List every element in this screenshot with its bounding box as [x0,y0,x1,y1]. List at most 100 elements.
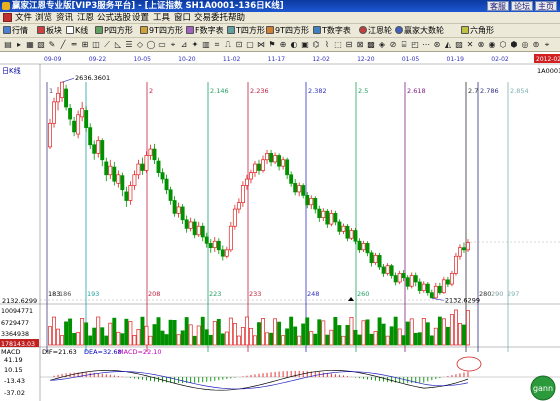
star-icon[interactable]: ✦ [190,40,200,50]
triangle-icon[interactable]: ⊿ [179,40,189,50]
circle-icon[interactable]: ◯ [146,40,156,50]
plus-icon[interactable]: ⊕ [278,40,288,50]
tool-winner-wheel[interactable]: 赢家大数轮 [395,26,444,36]
ring-icon[interactable]: ◎ [520,40,530,50]
candle [389,265,394,276]
diamond-icon[interactable]: ◇ [135,40,145,50]
glyph-icon[interactable]: ⌸ [399,40,409,50]
hexa-icon[interactable]: ⬡ [498,40,508,50]
candle [176,206,181,214]
quotes-icon [3,26,11,34]
menu-settings[interactable]: 设置 [132,13,149,23]
volume-bar [289,316,294,346]
line-icon[interactable]: ╱ [58,40,68,50]
tool-9t-square-2[interactable]: 9T四方形 [266,26,309,36]
volume-bar [220,333,225,346]
list-icon[interactable]: ▤ [3,40,13,50]
flag-icon[interactable]: ⚑ [267,40,277,50]
menu-file[interactable]: 文件 [15,13,32,23]
menu-news[interactable]: 资讯 [56,13,73,23]
hatch2-icon[interactable]: ▨ [454,40,464,50]
square-icon[interactable]: ⊡ [234,40,244,50]
chart-area[interactable]: 09-09 09-22 10-05 10-20 11-02 11-17 12-02 12-20… [0,52,560,401]
block-icon[interactable]: ▣ [300,40,310,50]
close-icon[interactable]: ✕ [465,40,475,50]
hash-icon[interactable]: ⌗ [212,40,222,50]
volume-axis-label: 10094771 [1,308,33,315]
volume-bar [196,325,201,346]
dot-icon[interactable]: ◉ [487,40,497,50]
app-menu-icon[interactable] [3,13,12,22]
hex-icon[interactable]: ⌬ [311,40,321,50]
angle-icon[interactable]: ◺ [113,40,123,50]
panel-icon[interactable]: ◫ [91,40,101,50]
box-icon[interactable]: ⊞ [80,40,90,50]
fill-icon[interactable]: ▩ [366,40,376,50]
gem-icon[interactable]: ◈ [377,40,387,50]
customer-service-button[interactable]: 客服 [487,1,509,11]
candle [249,172,253,180]
minus-icon[interactable]: ⊟ [344,40,354,50]
step-icon[interactable]: ⎍ [223,40,233,50]
volume-bar [172,320,177,346]
bowtie-icon[interactable]: ⋈ [256,40,266,50]
tool-sectors[interactable]: 板块 [37,26,62,36]
tool-p-square[interactable]: P四方形 [95,26,133,36]
candle [313,198,318,210]
wave-icon[interactable]: ⌇ [322,40,332,50]
tool-f-table[interactable]: F数字表 [186,26,224,36]
ring2-icon[interactable]: ⊚ [531,40,541,50]
corner-icon[interactable]: ◰ [410,40,420,50]
candle [261,159,265,171]
date-tick-label: 11-17 [268,56,286,63]
kline-chart[interactable]: 09-09 09-22 10-05 10-20 11-02 11-17 12-02 12-20… [0,52,560,401]
hline-icon[interactable]: ═ [69,40,79,50]
menu-window[interactable]: 窗口 [174,13,191,23]
more-icon[interactable]: ⋯ [421,40,431,50]
volume-bar [337,325,342,346]
tri-icon[interactable]: ◭ [443,40,453,50]
menu-formula[interactable]: 公式选股 [97,13,131,23]
grid-icon[interactable]: ▦ [25,40,35,50]
hatch-icon[interactable]: ▧ [36,40,46,50]
volume-bar [365,319,370,346]
home-button[interactable]: 主页 [535,1,557,11]
date-tick-label: 12-02 [312,56,330,63]
slash-icon[interactable]: ⊘ [388,40,398,50]
xcircle-icon[interactable]: ⊗ [476,40,486,50]
pen-icon[interactable]: ✎ [47,40,57,50]
tool-quotes[interactable]: 行情 [3,26,28,36]
half-icon[interactable]: ◐ [289,40,299,50]
forum-button[interactable]: 论坛 [511,1,533,11]
candle [196,225,201,236]
candle [421,283,426,291]
volume-bar [281,335,286,346]
dashed-icon[interactable]: ⬚ [333,40,343,50]
menu-trade[interactable]: 交易委托 [194,13,228,23]
menu-help[interactable]: 帮助 [228,13,245,23]
tool-gann-wheel[interactable]: 江恩轮 [359,26,392,36]
candle [80,107,85,118]
candle [192,221,197,236]
volume-bar [357,334,362,346]
hexb-icon[interactable]: ⬢ [509,40,519,50]
tool-t-table[interactable]: T数字表 [313,26,351,36]
tool-kline[interactable]: K线 [66,26,88,36]
sun-icon[interactable]: ⊛ [432,40,442,50]
rect-icon[interactable]: ▭ [157,40,167,50]
frame-icon[interactable]: ▢ [245,40,255,50]
menu-icon[interactable]: ☰ [124,40,134,50]
menu-tools[interactable]: 工具 [153,13,170,23]
tool-9t-square[interactable]: 9T四方形 [140,26,183,36]
bars-icon[interactable]: ▥ [201,40,211,50]
cross-icon[interactable]: ⊠ [355,40,365,50]
ray-icon[interactable]: ⟋ [102,40,112,50]
menu-browse[interactable]: 浏览 [35,13,52,23]
menu-gann[interactable]: 江恩 [77,13,94,23]
target-icon[interactable]: ⌖ [168,40,178,50]
target2-icon[interactable]: ⌖ [542,40,552,50]
date-tick-label: 09-09 [44,56,62,63]
arrow-icon[interactable]: ▸ [14,40,24,50]
tool-hexagon[interactable]: 六角形 [461,26,494,36]
tool-t-square[interactable]: T四方形 [227,26,265,36]
